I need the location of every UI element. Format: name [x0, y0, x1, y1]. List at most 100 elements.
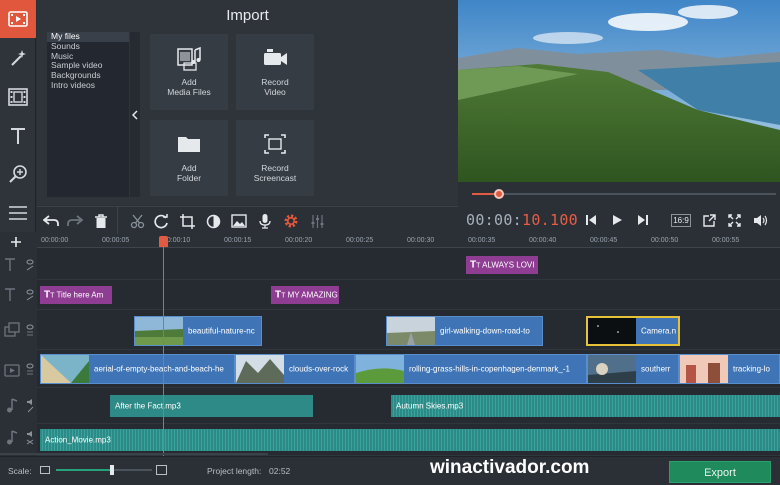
skip-forward-icon [638, 215, 648, 225]
magic-wand-tool-button[interactable] [0, 39, 36, 77]
clip-settings-button[interactable] [283, 213, 299, 229]
title-clip[interactable]: TT Title here Am [40, 286, 112, 304]
seek-bar-track[interactable] [472, 193, 776, 195]
clip-label: beautiful-nature-nc [188, 326, 255, 336]
record-screencast-button[interactable]: Record Screencast [236, 120, 314, 196]
redo-button[interactable] [67, 213, 83, 229]
cut-button[interactable] [129, 213, 145, 229]
play-button[interactable] [606, 210, 628, 230]
add-media-files-button[interactable]: Add Media Files [150, 34, 228, 110]
filters-tool-button[interactable] [0, 78, 36, 116]
aspect-ratio-label: 16:9 [671, 213, 691, 227]
import-tool-button[interactable] [0, 0, 36, 38]
crop-icon [179, 213, 195, 229]
bottom-bar: Scale: Project length: 02:52 winactivado… [0, 453, 780, 485]
film-strip-icon [8, 88, 28, 106]
image-properties-button[interactable] [231, 213, 247, 229]
text-track-icon [5, 258, 34, 271]
screencast-icon [264, 134, 286, 154]
video-clip[interactable]: aerial-of-empty-beach-and-beach-he [40, 354, 235, 384]
record-screencast-label: Record Screencast [253, 163, 297, 183]
video-clip[interactable]: tracking-lo [679, 354, 780, 384]
undo-icon [43, 215, 59, 226]
scale-slider-handle[interactable] [110, 465, 114, 475]
clip-label: Autumn Skies.mp3 [396, 401, 464, 411]
record-video-button[interactable]: Record Video [236, 34, 314, 110]
magic-wand-icon [11, 50, 26, 66]
import-panel: Import My files Sounds Music Sample vide… [37, 0, 458, 205]
playhead-handle[interactable] [159, 236, 168, 247]
fullscreen-button[interactable] [723, 210, 745, 230]
color-adjust-button[interactable] [205, 213, 221, 229]
scale-label: Scale: [8, 466, 32, 476]
audio-track-1: After the Fact.mp3 Autumn Skies.mp3 [37, 388, 780, 424]
volume-button[interactable] [749, 210, 771, 230]
audio-clip[interactable]: After the Fact.mp3 [110, 395, 313, 417]
clip-label: Camera.n [641, 326, 677, 336]
scale-slider-fill [56, 469, 112, 471]
clip-label: southerr [641, 364, 671, 374]
zoom-in-icon[interactable] [156, 465, 167, 475]
title-clip[interactable]: TT ALWAYS LOVI [466, 256, 538, 274]
timeline-scrollbar[interactable] [0, 453, 268, 455]
seek-handle[interactable] [494, 189, 504, 199]
title-clip-label: TT MY AMAZING [275, 289, 338, 301]
title-track-1-header [4, 258, 34, 274]
timeline-ruler[interactable]: 00:00:00 00:00:05 00:00:10 00:00:15 00:0… [37, 234, 780, 248]
rotate-button[interactable] [153, 213, 169, 229]
crop-button[interactable] [179, 213, 195, 229]
video-preview [458, 0, 780, 182]
add-track-button[interactable] [10, 236, 22, 250]
title-clip[interactable]: TT MY AMAZING [271, 286, 339, 304]
detach-player-button[interactable] [698, 210, 720, 230]
collapse-panel-button[interactable] [130, 32, 140, 197]
clip-thumbnail [236, 355, 284, 383]
ruler-label: 00:00:40 [529, 237, 557, 244]
audio-track-2: Action_Movie.mp3 [37, 424, 780, 456]
title-clip-label: TT ALWAYS LOVI [470, 259, 535, 271]
list-menu-icon [9, 206, 27, 220]
seek-bar-area [458, 182, 780, 206]
undo-button[interactable] [43, 213, 59, 229]
video-clip[interactable]: rolling-grass-hills-in-copenhagen-denmar… [355, 354, 587, 384]
volume-icon [753, 214, 767, 226]
text-t-icon [11, 128, 25, 144]
export-button[interactable]: Export [669, 461, 771, 483]
overlay-track-header [4, 322, 34, 340]
category-item-intro-videos[interactable]: Intro videos [47, 80, 129, 91]
overlay-track: beautiful-nature-nc girl-walking-down-ro… [37, 310, 780, 350]
video-clip[interactable]: southerr [587, 354, 679, 384]
plus-icon [11, 237, 21, 247]
music-note-icon [7, 430, 34, 445]
clip-label: clouds-over-rock [289, 364, 349, 374]
titles-tool-button[interactable] [0, 117, 36, 155]
audio-clip[interactable]: Action_Movie.mp3 [40, 429, 780, 451]
ruler-label: 00:00:20 [285, 237, 313, 244]
image-icon [231, 214, 247, 228]
overlay-video-clip-selected[interactable]: Camera.n [586, 316, 680, 346]
clip-thumbnail [680, 355, 728, 383]
left-toolbar [0, 0, 36, 232]
add-folder-label: Add Folder [176, 163, 202, 183]
zoom-tool-button[interactable] [0, 155, 36, 193]
video-clip[interactable]: clouds-over-rock [235, 354, 355, 384]
title-clip-text: ALWAYS LOVI [482, 260, 535, 270]
more-tools-button[interactable] [0, 194, 36, 232]
title-clip-text: MY AMAZING [287, 290, 338, 300]
external-window-icon [702, 213, 716, 227]
add-folder-button[interactable]: Add Folder [150, 120, 228, 196]
overlay-video-clip[interactable]: girl-walking-down-road-to [386, 316, 543, 346]
aspect-ratio-button[interactable]: 16:9 [670, 210, 692, 230]
delete-button[interactable] [93, 213, 109, 229]
audio-clip[interactable]: Autumn Skies.mp3 [391, 395, 780, 417]
ruler-label: 00:00:00 [41, 237, 69, 244]
previous-frame-button[interactable] [580, 210, 602, 230]
zoom-out-icon[interactable] [40, 466, 50, 474]
import-panel-title: Import [226, 7, 269, 24]
next-frame-button[interactable] [632, 210, 654, 230]
equalizer-button[interactable] [309, 213, 325, 229]
title-clip-text: Title here Am [56, 290, 104, 300]
overlay-video-clip[interactable]: beautiful-nature-nc [134, 316, 262, 346]
record-audio-button[interactable] [257, 213, 273, 229]
ruler-label: 00:00:45 [590, 237, 618, 244]
